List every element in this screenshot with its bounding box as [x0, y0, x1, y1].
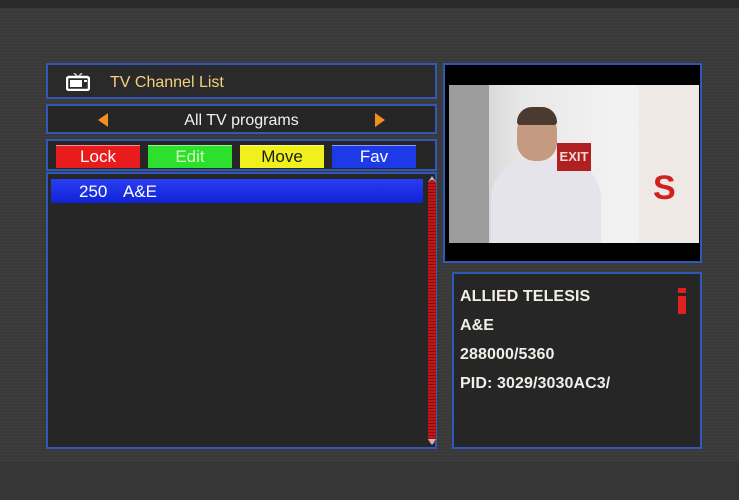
pid-info: PID: 3029/3030AC3/	[460, 375, 611, 392]
channel-number: 250	[79, 182, 108, 201]
edit-button[interactable]: Edit	[148, 145, 232, 168]
frequency-symbolrate: 288000/5360	[460, 346, 555, 363]
scrollbar[interactable]	[428, 180, 436, 444]
info-icon	[678, 288, 686, 316]
preview-person-body	[491, 159, 601, 243]
preview-person-hair	[517, 107, 557, 125]
provider-name: ALLIED TELESIS	[460, 288, 591, 305]
preview-image: S EXIT	[449, 85, 699, 243]
info-channel-name: A&E	[460, 317, 495, 334]
function-key-bar: Lock Edit Move Fav	[46, 139, 437, 171]
preview-door	[639, 85, 699, 243]
preview-red-mark: S	[653, 169, 676, 207]
channel-row-selected[interactable]: 250 A&E	[51, 179, 423, 203]
screen: TV Channel List All TV programs Lock Edi…	[0, 0, 739, 500]
tv-icon	[66, 73, 90, 91]
channel-name: A&E	[123, 182, 158, 201]
channel-info-panel: ALLIED TELESIS A&E 288000/5360 PID: 3029…	[452, 272, 702, 449]
top-frame	[0, 0, 739, 8]
fav-button[interactable]: Fav	[332, 145, 416, 168]
channel-list: 250 A&E	[46, 172, 437, 449]
scroll-down-icon[interactable]	[428, 439, 436, 445]
title-bar: TV Channel List	[46, 63, 437, 99]
page-title: TV Channel List	[110, 74, 224, 91]
group-selector[interactable]: All TV programs	[46, 104, 437, 134]
video-preview: S EXIT	[443, 63, 702, 263]
preview-wall	[449, 85, 489, 243]
move-button[interactable]: Move	[240, 145, 324, 168]
arrow-right-icon[interactable]	[375, 113, 385, 127]
bottom-strip	[0, 462, 739, 500]
lock-button[interactable]: Lock	[56, 145, 140, 168]
preview-exit-sign: EXIT	[557, 143, 591, 171]
